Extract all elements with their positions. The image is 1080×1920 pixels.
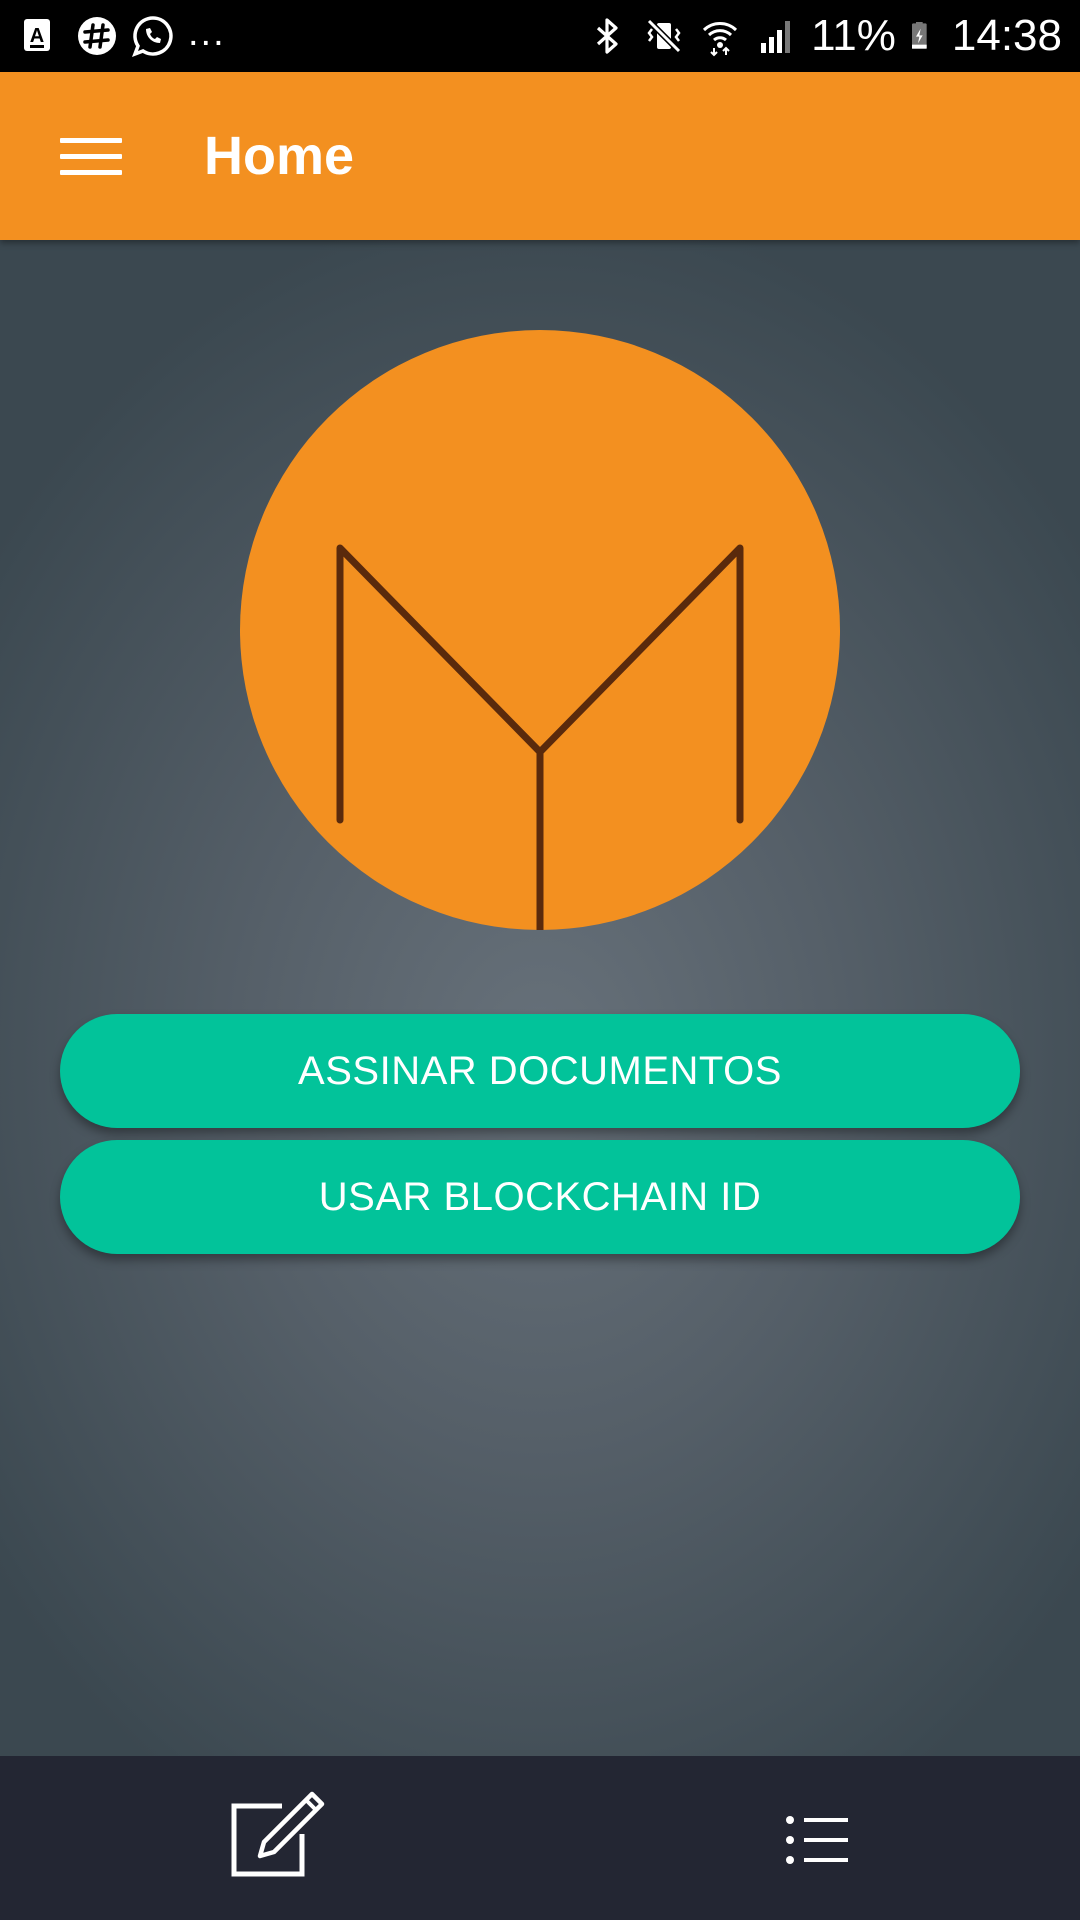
edit-square-icon[interactable] xyxy=(222,1786,332,1896)
battery-icon xyxy=(911,22,927,49)
notification-icons: A ... xyxy=(20,12,226,60)
battery-percent: 11% xyxy=(811,11,896,60)
system-indicators: 11% 14:38 xyxy=(587,12,1062,60)
whatsapp-icon xyxy=(132,16,173,57)
text-a-icon: A xyxy=(24,19,50,51)
list-icon[interactable] xyxy=(762,1786,872,1896)
sign-documents-button[interactable]: ASSINAR DOCUMENTOS xyxy=(60,1014,1020,1128)
svg-text:A: A xyxy=(30,25,44,47)
bottom-navigation xyxy=(0,1756,1080,1920)
more-notifications-indicator: ... xyxy=(188,12,226,54)
blockchain-id-button[interactable]: USAR BLOCKCHAIN ID xyxy=(60,1140,1020,1254)
bluetooth-icon xyxy=(597,18,618,54)
my-logo xyxy=(240,330,840,930)
page-title: Home xyxy=(204,126,355,186)
hamburger-menu-icon[interactable] xyxy=(48,120,136,192)
status-bar: A ... 11% 14:38 xyxy=(0,0,1080,72)
vibrate-mute-icon xyxy=(646,18,682,54)
wifi-icon xyxy=(703,22,738,57)
slack-icon xyxy=(78,17,116,55)
main-content: ASSINAR DOCUMENTOS USAR BLOCKCHAIN ID xyxy=(0,240,1080,1756)
clock: 14:38 xyxy=(951,11,1062,60)
app-bar: Home xyxy=(0,72,1080,240)
signal-icon xyxy=(761,21,791,53)
